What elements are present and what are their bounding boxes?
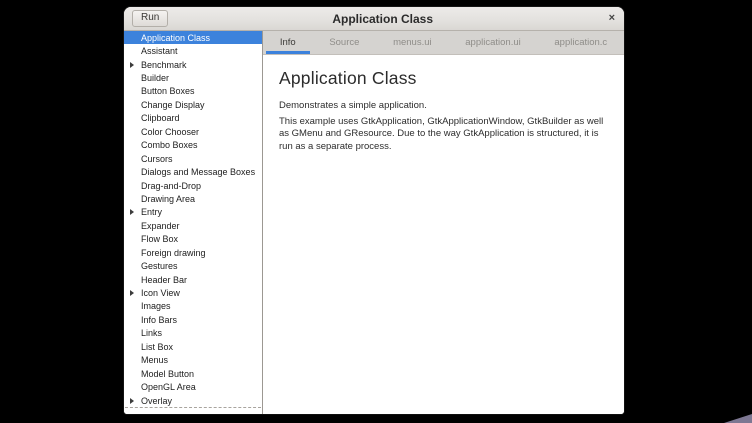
close-icon[interactable]: × — [597, 13, 615, 24]
sidebar-item-label: Model Button — [141, 369, 194, 379]
sidebar-item-expander[interactable]: Expander — [124, 219, 262, 232]
sidebar-item-clipboard[interactable]: Clipboard — [124, 112, 262, 125]
sidebar-item-flow-box[interactable]: Flow Box — [124, 233, 262, 246]
tab-menus-ui[interactable]: menus.ui — [376, 31, 448, 54]
sidebar-item-button-boxes[interactable]: Button Boxes — [124, 85, 262, 98]
notebook-tab-bar: InfoSourcemenus.uiapplication.uiapplicat… — [263, 31, 624, 55]
sidebar-item-label: Header Bar — [141, 275, 187, 285]
sidebar-item-label: Info Bars — [141, 315, 177, 325]
sidebar-item-cursors[interactable]: Cursors — [124, 152, 262, 165]
sidebar-item-list-box[interactable]: List Box — [124, 340, 262, 353]
sidebar-item-label: Change Display — [141, 100, 205, 110]
sidebar-item-dialogs-and-message-boxes[interactable]: Dialogs and Message Boxes — [124, 165, 262, 178]
sidebar-item-images[interactable]: Images — [124, 300, 262, 313]
sidebar-item-label: Color Chooser — [141, 127, 199, 137]
sidebar-item-foreign-drawing[interactable]: Foreign drawing — [124, 246, 262, 259]
sidebar-item-benchmark[interactable]: Benchmark — [124, 58, 262, 71]
page-title: Application Class — [279, 68, 608, 89]
sidebar-item-label: Links — [141, 328, 162, 338]
desktop-wallpaper-corner — [724, 414, 752, 423]
sidebar-item-opengl-area[interactable]: OpenGL Area — [124, 380, 262, 393]
sidebar-item-drawing-area[interactable]: Drawing Area — [124, 192, 262, 205]
sidebar-item-label: Entry — [141, 207, 162, 217]
sidebar-item-model-button[interactable]: Model Button — [124, 367, 262, 380]
sidebar-item-label: Overlay — [141, 396, 172, 406]
sidebar-item-info-bars[interactable]: Info Bars — [124, 313, 262, 326]
sidebar-item-application-class[interactable]: Application Class — [124, 31, 262, 44]
expander-arrow-icon[interactable] — [130, 62, 134, 68]
sidebar-item-label: Cursors — [141, 154, 173, 164]
sidebar-item-label: Icon View — [141, 288, 180, 298]
expander-arrow-icon[interactable] — [130, 398, 134, 404]
tab-application-ui[interactable]: application.ui — [448, 31, 537, 54]
sidebar-item-label: Benchmark — [141, 60, 187, 70]
window-title: Application Class — [168, 12, 597, 26]
sidebar-item-gestures[interactable]: Gestures — [124, 259, 262, 272]
sidebar-item-label: Application Class — [141, 33, 210, 43]
tab-source[interactable]: Source — [313, 31, 377, 54]
sidebar-item-menus[interactable]: Menus — [124, 354, 262, 367]
sidebar-item-entry[interactable]: Entry — [124, 206, 262, 219]
sidebar-item-change-display[interactable]: Change Display — [124, 98, 262, 111]
sidebar-item-label: Assistant — [141, 46, 178, 56]
sidebar-item-label: Images — [141, 301, 171, 311]
expander-arrow-icon[interactable] — [130, 290, 134, 296]
sidebar-item-assistant[interactable]: Assistant — [124, 44, 262, 57]
sidebar-item-builder[interactable]: Builder — [124, 71, 262, 84]
sidebar-item-label: Button Boxes — [141, 86, 195, 96]
tab-application-c[interactable]: application.c — [538, 31, 624, 54]
sidebar-item-overlay[interactable]: Overlay — [124, 394, 262, 407]
sidebar-item-label: Gestures — [141, 261, 178, 271]
sidebar-item-icon-view[interactable]: Icon View — [124, 286, 262, 299]
tab-info[interactable]: Info — [263, 31, 313, 54]
sidebar-item-label: Dialogs and Message Boxes — [141, 167, 255, 177]
sidebar-item-label: OpenGL Area — [141, 382, 196, 392]
info-page: Application Class Demonstrates a simple … — [263, 55, 624, 414]
sidebar-item-links[interactable]: Links — [124, 327, 262, 340]
demo-list-sidebar: Application Class Assistant Benchmark Build… — [124, 31, 263, 414]
sidebar-item-label: List Box — [141, 342, 173, 352]
sidebar-item-combo-boxes[interactable]: Combo Boxes — [124, 139, 262, 152]
header-bar: Run Application Class × — [124, 7, 624, 31]
sidebar-item-drag-and-drop[interactable]: Drag-and-Drop — [124, 179, 262, 192]
demo-subtitle: Demonstrates a simple application. — [279, 100, 608, 113]
expander-arrow-icon[interactable] — [130, 209, 134, 215]
window-body: Application Class Assistant Benchmark Build… — [124, 31, 624, 414]
sidebar-item-label: Drag-and-Drop — [141, 181, 201, 191]
demo-description: This example uses GtkApplication, GtkApp… — [279, 116, 608, 154]
sidebar-item-label: Combo Boxes — [141, 140, 198, 150]
run-button[interactable]: Run — [132, 10, 168, 27]
sidebar-item-label: Menus — [141, 355, 168, 365]
sidebar-item-label: Foreign drawing — [141, 248, 206, 258]
sidebar-item-label: Expander — [141, 221, 180, 231]
sidebar-item-header-bar[interactable]: Header Bar — [124, 273, 262, 286]
gtk-demo-window: Run Application Class × Application Clas… — [124, 7, 624, 414]
list-cut-off-dashes — [125, 407, 261, 408]
sidebar-item-label: Drawing Area — [141, 194, 195, 204]
sidebar-item-color-chooser[interactable]: Color Chooser — [124, 125, 262, 138]
sidebar-item-label: Builder — [141, 73, 169, 83]
sidebar-item-label: Clipboard — [141, 113, 180, 123]
right-pane: InfoSourcemenus.uiapplication.uiapplicat… — [263, 31, 624, 414]
sidebar-item-label: Flow Box — [141, 234, 178, 244]
